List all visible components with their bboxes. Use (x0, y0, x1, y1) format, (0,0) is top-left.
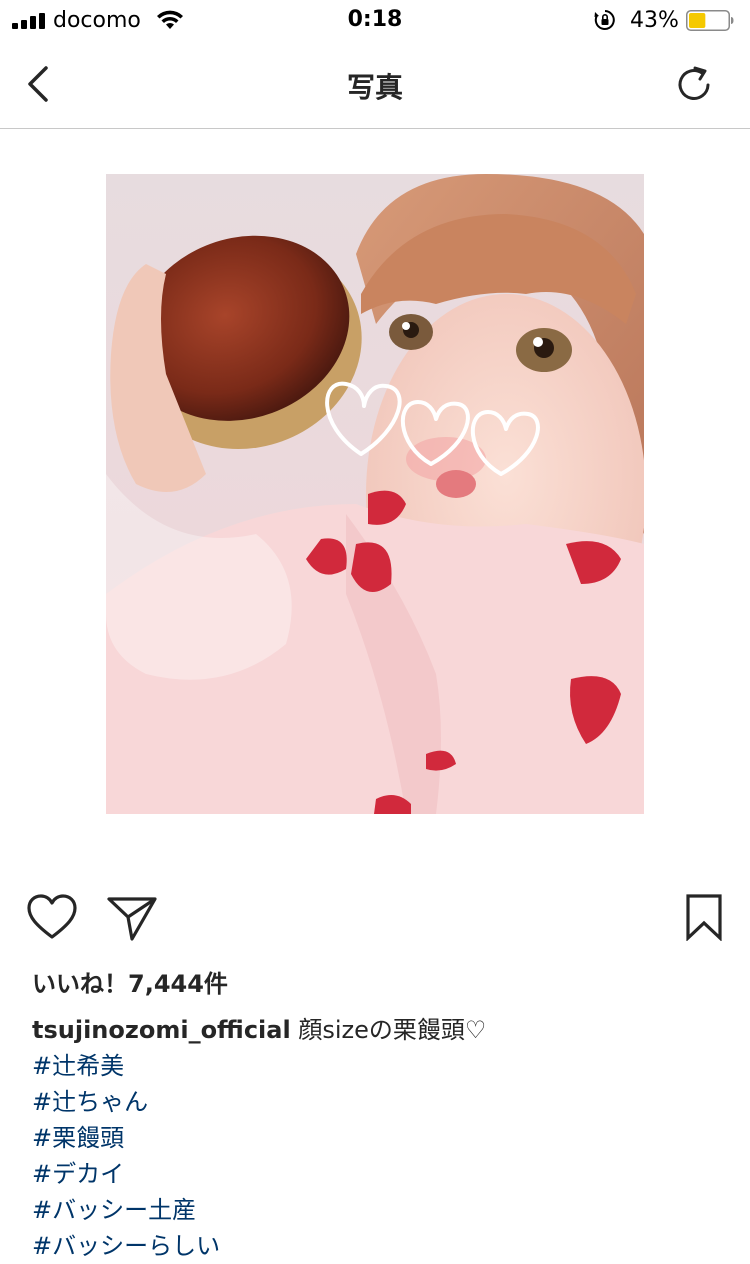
hashtag-link[interactable]: #バッシー土産 (32, 1192, 722, 1228)
caption-text: 顔sizeの栗饅頭♡ (290, 1016, 487, 1044)
caption-line: tsujinozomi_official 顔sizeの栗饅頭♡ (32, 1012, 722, 1048)
photo-illustration (106, 174, 644, 814)
carrier-name: docomo (53, 8, 141, 33)
rotation-lock-icon (594, 10, 615, 30)
hashtag-link[interactable]: #辻希美 (32, 1048, 722, 1084)
hashtag-link[interactable]: #バッシーらしい (32, 1228, 722, 1264)
status-bar: docomo 0:18 43% (0, 0, 750, 40)
caption-username[interactable]: tsujinozomi_official (32, 1016, 291, 1044)
likes-count[interactable]: いいね！7,444件 (32, 964, 228, 999)
paper-plane-icon[interactable] (106, 895, 158, 943)
battery-icon (686, 10, 734, 31)
hashtag-link[interactable]: #デカイ (32, 1156, 722, 1192)
page-title: 写真 (346, 71, 403, 104)
refresh-icon[interactable] (674, 64, 714, 104)
battery-percent: 43% (630, 8, 679, 33)
bookmark-icon[interactable] (684, 893, 724, 941)
post-caption: tsujinozomi_official 顔sizeの栗饅頭♡ #辻希美 #辻ち… (32, 1012, 722, 1264)
wifi-icon (157, 10, 183, 29)
heart-icon[interactable] (26, 893, 78, 941)
post-photo[interactable] (106, 174, 644, 814)
cellular-signal-icon (12, 13, 45, 29)
navigation-bar: 写真 (0, 40, 750, 129)
hashtag-link[interactable]: #辻ちゃん (32, 1084, 722, 1120)
hashtag-link[interactable]: #栗饅頭 (32, 1120, 722, 1156)
chevron-left-icon[interactable] (22, 64, 54, 104)
